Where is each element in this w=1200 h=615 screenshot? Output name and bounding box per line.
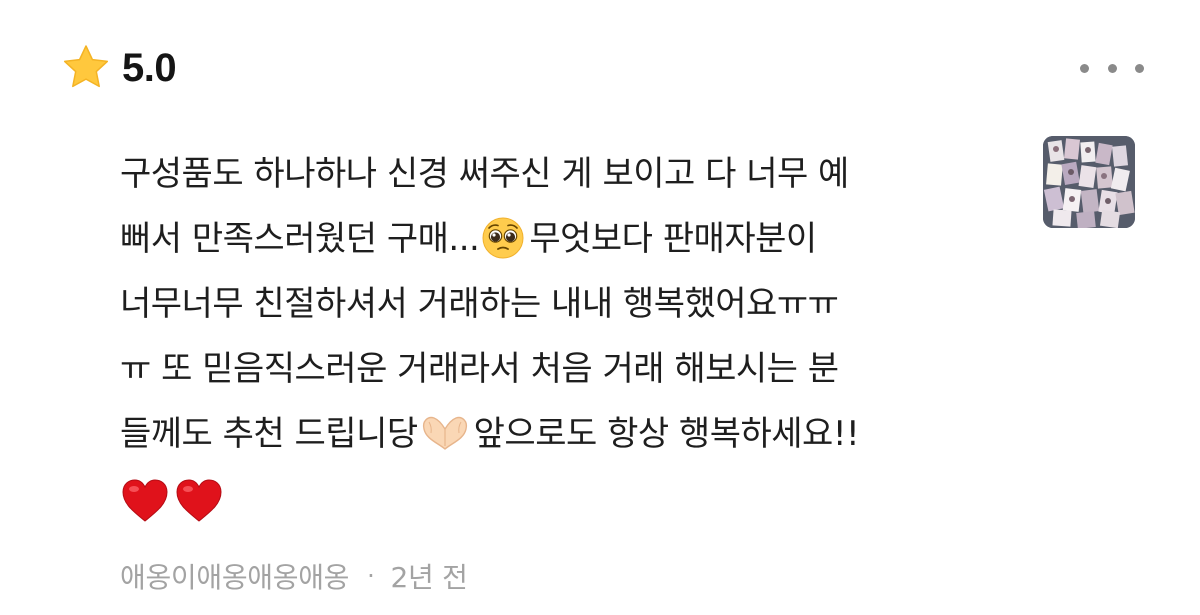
reviewer-name[interactable]: 애옹이애옹애옹애옹: [120, 556, 349, 596]
photo-collage-image: [1043, 136, 1135, 228]
meta-separator: ·: [367, 562, 375, 590]
review-line: 들께도 추천 드립니당 앞으로도 항상 행복하세요!!: [120, 402, 1000, 467]
review-line: ㅠ 또 믿음직스러운 거래라서 처음 거래 해보시는 분: [120, 349, 839, 389]
review-text: 구성품도 하나하나 신경 써주신 게 보이고 다 너무 예 뻐서 만족스러웠던 …: [120, 142, 1000, 532]
more-options-dot: [1135, 63, 1144, 73]
review-line: [120, 467, 1000, 532]
red-heart-icon: [176, 478, 222, 522]
review-meta: 애옹이애옹애옹애옹 · 2년 전: [120, 556, 468, 596]
review-line: 너무너무 친절하셔서 거래하는 내내 행복했어요ㅠㅠ: [120, 284, 839, 324]
rating: 5.0: [60, 40, 177, 96]
review-line-text: 뻐서 만족스러웠던 구매...: [120, 219, 480, 259]
heart-hands-icon: [422, 416, 467, 450]
rating-score: 5.0: [122, 45, 177, 90]
photo-thumbnail[interactable]: [1043, 136, 1135, 228]
red-heart-icon: [122, 478, 168, 522]
star-icon: [63, 45, 109, 88]
review-line: 구성품도 하나하나 신경 써주신 게 보이고 다 너무 예: [120, 154, 849, 194]
review-line-text: 무엇보다 판매자분이: [529, 219, 817, 259]
more-options-dot: [1107, 63, 1117, 73]
pleading-face-icon: [482, 217, 524, 258]
review-time: 2년 전: [390, 561, 468, 594]
review-line-text: 들께도 추천 드립니당: [120, 414, 418, 454]
review-line: 뻐서 만족스러웠던 구매... 무엇보다 판매자분이: [120, 207, 1000, 272]
review-line-text: 앞으로도 항상 행복하세요!!: [473, 414, 860, 454]
more-options-icon: [1080, 63, 1089, 73]
review-card: 5.0 구성품도 하나하나 신경 써주신 게 보이고 다 너무 예 뻐서 만족스…: [0, 0, 1200, 615]
more-options-button[interactable]: [1080, 52, 1144, 84]
